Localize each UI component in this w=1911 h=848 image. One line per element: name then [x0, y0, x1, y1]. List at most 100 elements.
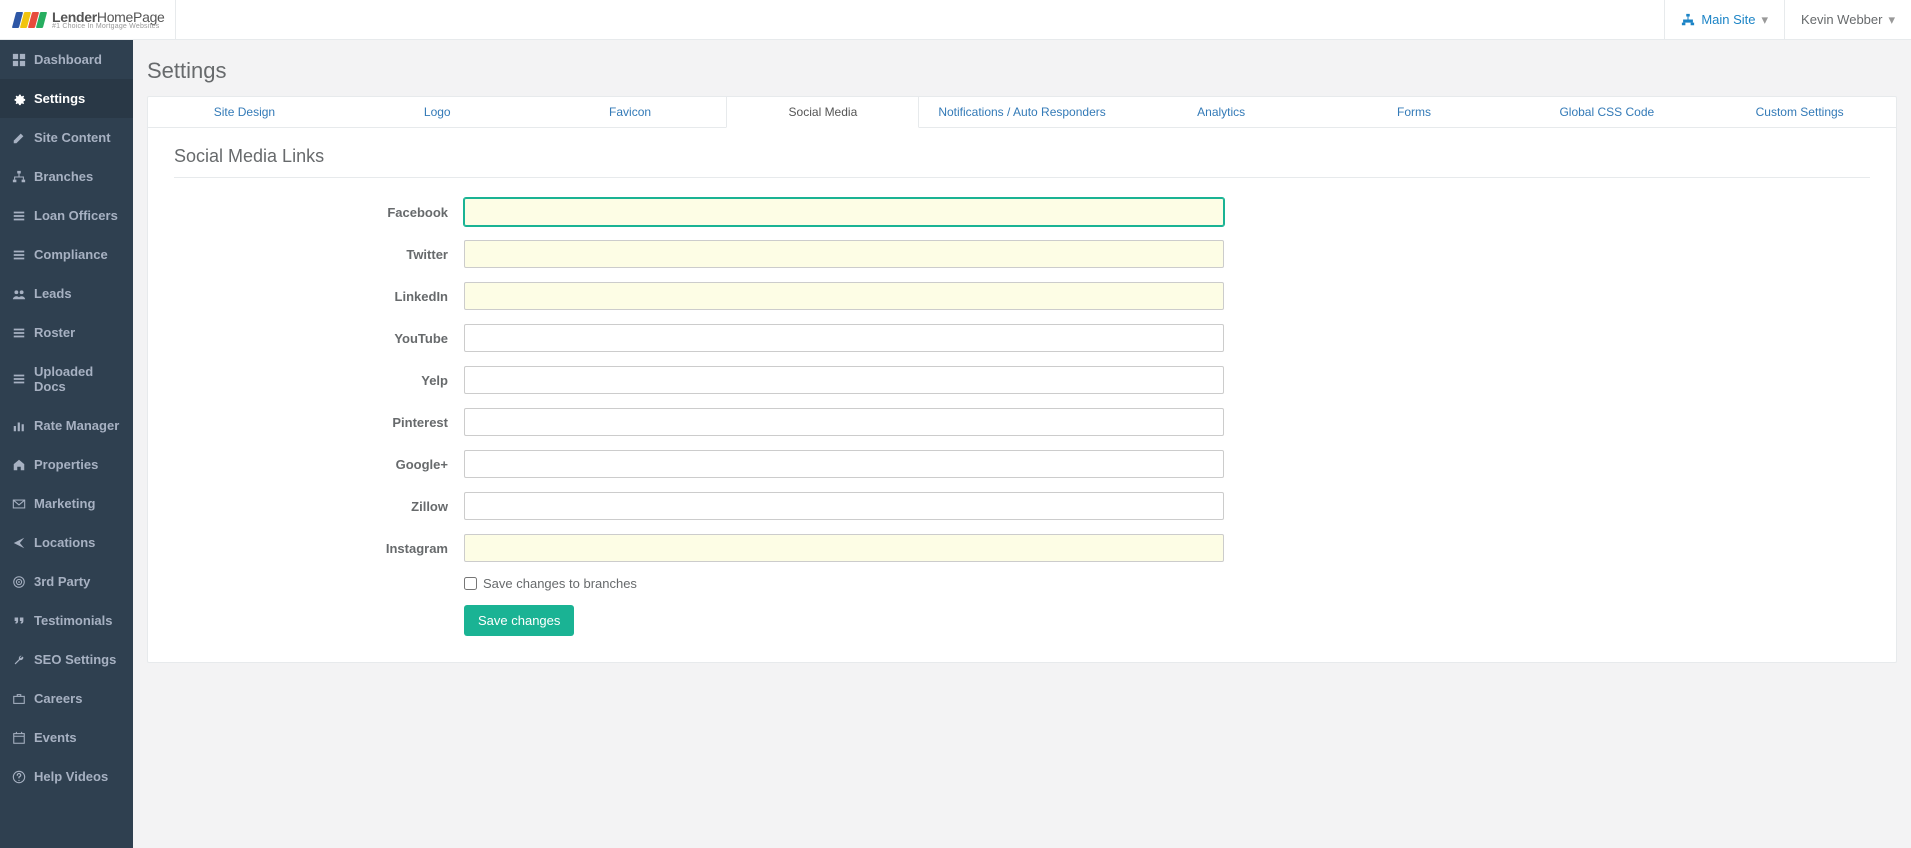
- sidebar-item-label: SEO Settings: [34, 652, 116, 667]
- youtube-input[interactable]: [464, 324, 1224, 352]
- form-row-twitter: Twitter: [174, 240, 1224, 268]
- tab-analytics[interactable]: Analytics: [1125, 97, 1318, 128]
- form-label: Facebook: [174, 205, 464, 220]
- sidebar-item-locations[interactable]: Locations: [0, 523, 133, 562]
- sidebar-item-label: Properties: [34, 457, 98, 472]
- sidebar-item-compliance[interactable]: Compliance: [0, 235, 133, 274]
- sidebar-item-label: Help Videos: [34, 769, 108, 784]
- form-row-instagram: Instagram: [174, 534, 1224, 562]
- user-menu[interactable]: Kevin Webber ▾: [1784, 0, 1911, 39]
- dashboard-icon: [12, 53, 26, 67]
- caret-down-icon: ▾: [1762, 12, 1769, 28]
- sidebar-item-label: Events: [34, 730, 77, 745]
- tab-notifications-auto-responders[interactable]: Notifications / Auto Responders: [919, 97, 1124, 128]
- social-media-form: FacebookTwitterLinkedInYouTubeYelpPinter…: [174, 198, 1224, 562]
- form-label: YouTube: [174, 331, 464, 346]
- calendar-icon: [12, 731, 26, 745]
- twitter-input[interactable]: [464, 240, 1224, 268]
- sidebar-item-label: Site Content: [34, 130, 111, 145]
- form-label: Google+: [174, 457, 464, 472]
- sidebar-item-label: Uploaded Docs: [34, 364, 121, 394]
- sidebar-item-label: Careers: [34, 691, 82, 706]
- instagram-input[interactable]: [464, 534, 1224, 562]
- help-icon: [12, 770, 26, 784]
- form-label: Yelp: [174, 373, 464, 388]
- sidebar-item-loan-officers[interactable]: Loan Officers: [0, 196, 133, 235]
- sidebar-item-label: Settings: [34, 91, 85, 106]
- form-row-zillow: Zillow: [174, 492, 1224, 520]
- form-label: Zillow: [174, 499, 464, 514]
- sidebar-item-seo-settings[interactable]: SEO Settings: [0, 640, 133, 679]
- home-icon: [12, 458, 26, 472]
- sidebar-item-testimonials[interactable]: Testimonials: [0, 601, 133, 640]
- form-row-facebook: Facebook: [174, 198, 1224, 226]
- sidebar-item-events[interactable]: Events: [0, 718, 133, 757]
- tab-logo[interactable]: Logo: [341, 97, 534, 128]
- logo-text: LenderHomePage #1 Choice In Mortgage Web…: [52, 9, 165, 30]
- tab-social-media[interactable]: Social Media: [726, 97, 919, 128]
- sidebar-item-label: Testimonials: [34, 613, 113, 628]
- topbar: LenderHomePage #1 Choice In Mortgage Web…: [0, 0, 1911, 40]
- sidebar-item-branches[interactable]: Branches: [0, 157, 133, 196]
- sidebar-item-settings[interactable]: Settings: [0, 79, 133, 118]
- users-icon: [12, 287, 26, 301]
- sidebar-item-dashboard[interactable]: Dashboard: [0, 40, 133, 79]
- form-label: LinkedIn: [174, 289, 464, 304]
- chart-icon: [12, 419, 26, 433]
- sidebar-item-marketing[interactable]: Marketing: [0, 484, 133, 523]
- arrow-icon: [12, 536, 26, 550]
- logo-icon: [14, 12, 46, 28]
- save-button[interactable]: Save changes: [464, 605, 574, 636]
- form-row-linkedin: LinkedIn: [174, 282, 1224, 310]
- zillow-input[interactable]: [464, 492, 1224, 520]
- google--input[interactable]: [464, 450, 1224, 478]
- page-title: Settings: [133, 40, 1911, 96]
- save-to-branches-checkbox[interactable]: [464, 577, 477, 590]
- linkedin-input[interactable]: [464, 282, 1224, 310]
- tab-site-design[interactable]: Site Design: [148, 97, 341, 128]
- form-row-google-: Google+: [174, 450, 1224, 478]
- sidebar-item-label: Leads: [34, 286, 72, 301]
- list-icon: [12, 326, 26, 340]
- main-content: Settings Site DesignLogoFaviconSocial Me…: [133, 40, 1911, 848]
- sidebar-item-leads[interactable]: Leads: [0, 274, 133, 313]
- briefcase-icon: [12, 692, 26, 706]
- tab-global-css-code[interactable]: Global CSS Code: [1510, 97, 1703, 128]
- site-switcher[interactable]: Main Site ▾: [1664, 0, 1784, 39]
- sidebar-item-label: Locations: [34, 535, 95, 550]
- pinterest-input[interactable]: [464, 408, 1224, 436]
- facebook-input[interactable]: [464, 198, 1224, 226]
- sidebar-item-roster[interactable]: Roster: [0, 313, 133, 352]
- settings-tabs: Site DesignLogoFaviconSocial MediaNotifi…: [148, 97, 1896, 128]
- sidebar-item-label: Rate Manager: [34, 418, 119, 433]
- list-icon: [12, 248, 26, 262]
- sidebar-item-uploaded-docs[interactable]: Uploaded Docs: [0, 352, 133, 406]
- sidebar-item-careers[interactable]: Careers: [0, 679, 133, 718]
- list-icon: [12, 209, 26, 223]
- save-to-branches-row: Save changes to branches: [464, 576, 1870, 591]
- save-to-branches-label[interactable]: Save changes to branches: [483, 576, 637, 591]
- mail-icon: [12, 497, 26, 511]
- sidebar-item-properties[interactable]: Properties: [0, 445, 133, 484]
- gear-icon: [12, 92, 26, 106]
- form-label: Twitter: [174, 247, 464, 262]
- wrench-icon: [12, 653, 26, 667]
- tab-favicon[interactable]: Favicon: [534, 97, 727, 128]
- sidebar-item-rate-manager[interactable]: Rate Manager: [0, 406, 133, 445]
- list-icon: [12, 372, 26, 386]
- tab-forms[interactable]: Forms: [1318, 97, 1511, 128]
- target-icon: [12, 575, 26, 589]
- yelp-input[interactable]: [464, 366, 1224, 394]
- caret-down-icon: ▾: [1888, 12, 1895, 28]
- sidebar-item-label: 3rd Party: [34, 574, 90, 589]
- sidebar-item-label: Compliance: [34, 247, 108, 262]
- sidebar-item-help-videos[interactable]: Help Videos: [0, 757, 133, 796]
- tab-custom-settings[interactable]: Custom Settings: [1703, 97, 1896, 128]
- sidebar-item-site-content[interactable]: Site Content: [0, 118, 133, 157]
- sidebar-item-label: Marketing: [34, 496, 95, 511]
- sidebar-item-label: Loan Officers: [34, 208, 118, 223]
- sidebar-item-3rd-party[interactable]: 3rd Party: [0, 562, 133, 601]
- brand-logo[interactable]: LenderHomePage #1 Choice In Mortgage Web…: [0, 0, 176, 40]
- sidebar-item-label: Branches: [34, 169, 93, 184]
- form-row-yelp: Yelp: [174, 366, 1224, 394]
